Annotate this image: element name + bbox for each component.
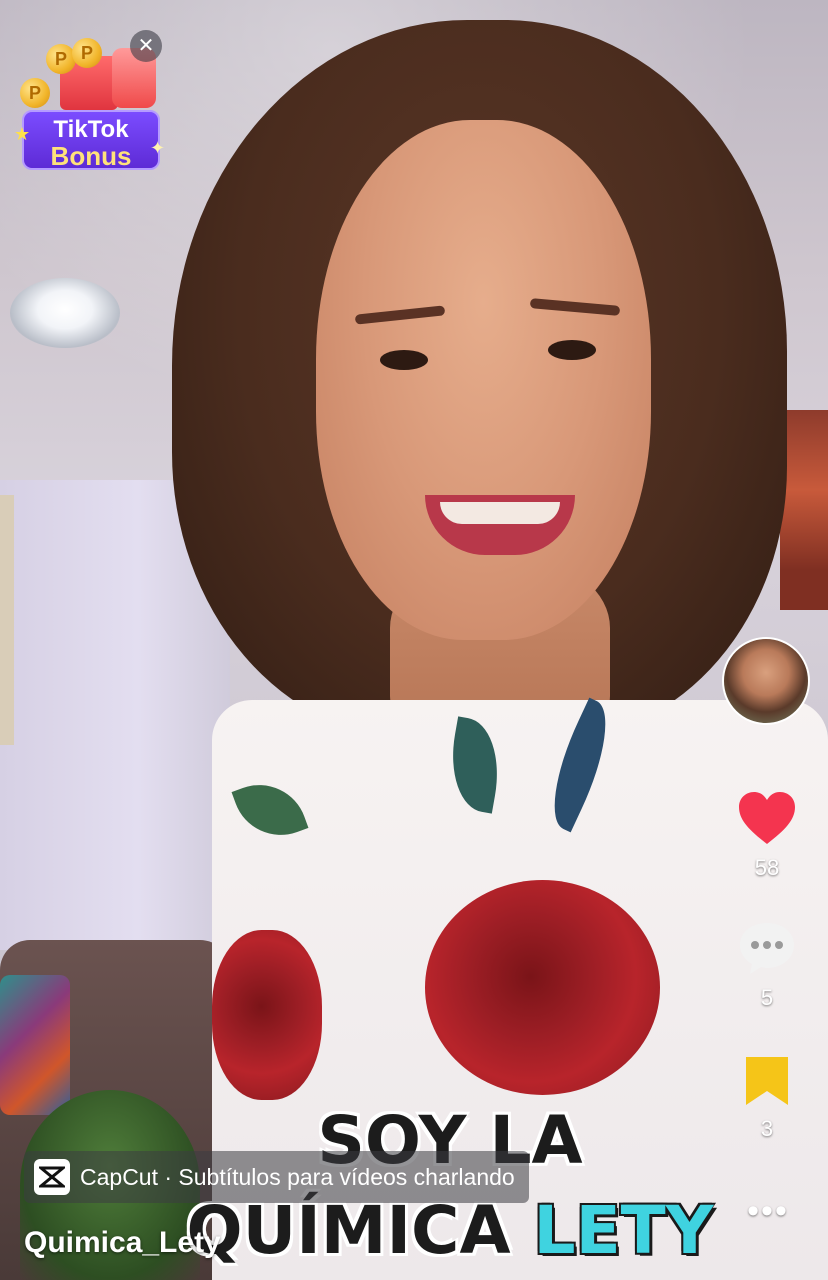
bonus-label-line1: TikTok: [53, 116, 129, 143]
wall-frame: [0, 495, 14, 745]
comment-icon: [740, 923, 794, 974]
caption-line-2: QUÍMICA LETY: [150, 1192, 750, 1269]
bonus-label: TikTok Bonus: [22, 110, 160, 170]
ceiling-lamp: [10, 278, 120, 348]
eye-left: [380, 350, 428, 370]
eye-right: [548, 340, 596, 360]
author-username[interactable]: Quimica_Lety: [24, 1226, 221, 1260]
video-frame[interactable]: [0, 0, 828, 1280]
capcut-anchor-text: CapCut · Subtítulos para vídeos charland…: [80, 1163, 515, 1190]
heart-icon: [739, 792, 795, 844]
capcut-mark: [39, 1166, 65, 1188]
like-count: 58: [754, 855, 780, 880]
caption-word-lety: LETY: [533, 1192, 714, 1269]
creator-avatar[interactable]: [722, 637, 810, 725]
bonus-label-line2: Bonus: [50, 141, 132, 171]
close-promo-button[interactable]: ✕: [130, 30, 162, 62]
comment-count: 5: [760, 985, 774, 1010]
coin-icon: P: [72, 38, 102, 68]
sparkle-icon: ✦: [150, 138, 166, 158]
comment-button[interactable]: 5: [730, 920, 804, 1011]
pillow: [0, 975, 70, 1115]
person-face: [316, 120, 651, 640]
wall-art: [780, 410, 828, 610]
sparkle-icon: ★: [14, 124, 31, 144]
blouse-rose: [425, 880, 660, 1095]
teeth: [440, 502, 560, 524]
blouse-rose: [212, 930, 322, 1100]
like-button[interactable]: 58: [730, 790, 804, 881]
capcut-anchor-link[interactable]: CapCut · Subtítulos para vídeos charland…: [24, 1151, 529, 1203]
caption-word-quimica: QUÍMICA: [186, 1192, 511, 1269]
capcut-logo-icon: [34, 1159, 70, 1195]
coin-icon: P: [20, 78, 50, 108]
bookmark-icon: [746, 1057, 788, 1105]
